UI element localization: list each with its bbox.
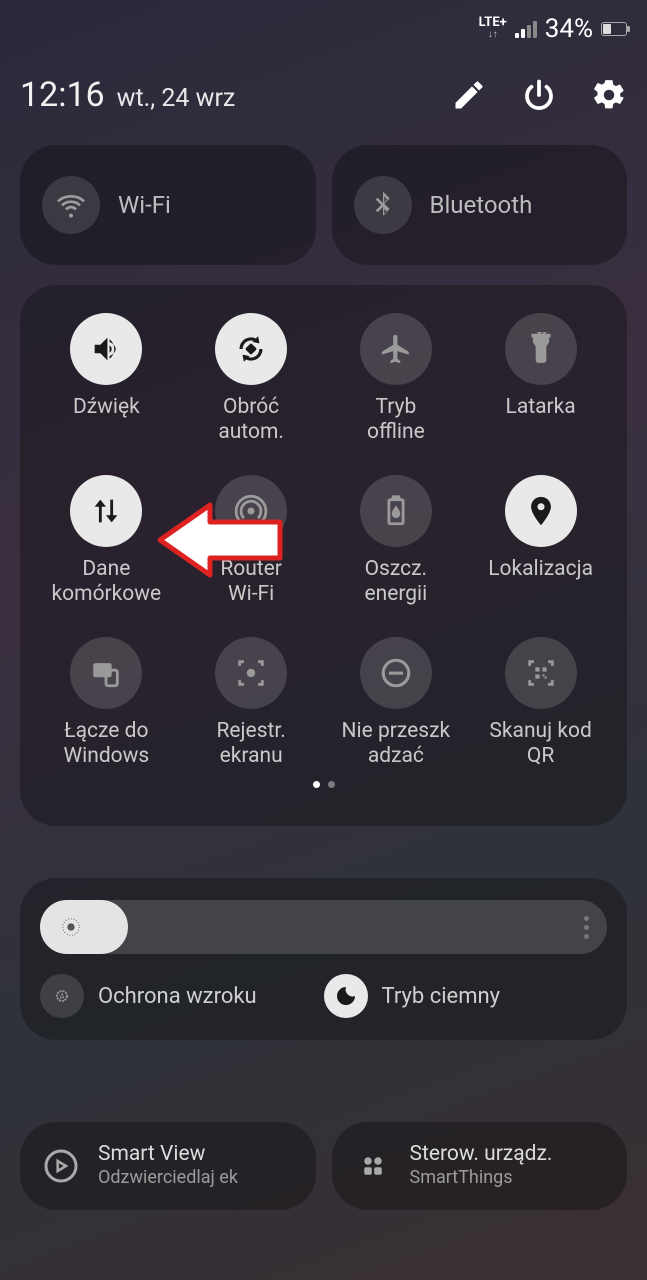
location-icon — [505, 475, 577, 547]
tile-airplane[interactable]: Tryb offline — [324, 313, 469, 445]
tile-rotate[interactable]: Obróć autom. — [179, 313, 324, 445]
smart-view-tile[interactable]: Smart View Odzwierciedlaj ek — [20, 1122, 316, 1210]
tile-label: Tryb offline — [367, 395, 425, 445]
tile-label: Router Wi-Fi — [220, 557, 282, 607]
tile-screenrecord[interactable]: Rejestr. ekranu — [179, 637, 324, 769]
tile-label: Dźwięk — [73, 395, 140, 445]
edit-button[interactable] — [451, 77, 487, 113]
screenrecord-icon — [215, 637, 287, 709]
moon-icon — [324, 974, 368, 1018]
tile-dnd[interactable]: Nie przeszk adzać — [324, 637, 469, 769]
flashlight-icon — [505, 313, 577, 385]
gear-icon — [591, 77, 627, 113]
powersave-icon — [360, 475, 432, 547]
wifi-tile[interactable]: Wi-Fi — [20, 145, 316, 265]
dark-mode-toggle[interactable]: Tryb ciemny — [324, 974, 608, 1018]
smart-view-icon — [38, 1143, 84, 1189]
brightness-slider[interactable] — [40, 900, 607, 954]
device-control-tile[interactable]: Sterow. urządz. SmartThings — [332, 1122, 628, 1210]
wifi-label: Wi-Fi — [118, 191, 171, 219]
qrscan-icon — [505, 637, 577, 709]
eye-comfort-toggle[interactable]: A Ochrona wzroku — [40, 974, 324, 1018]
airplane-icon — [360, 313, 432, 385]
bottom-row: Smart View Odzwierciedlaj ek Sterow. urz… — [20, 1122, 627, 1210]
tile-label: Skanuj kod QR — [489, 719, 591, 769]
tile-label: Obróć autom. — [218, 395, 284, 445]
bluetooth-label: Bluetooth — [430, 191, 533, 219]
more-icon[interactable] — [584, 916, 589, 939]
network-indicator: LTE+ ↓↑ — [479, 17, 507, 41]
tile-label: Dane komórkowe — [52, 557, 162, 607]
tile-label: Oszcz. energii — [364, 557, 427, 607]
battery-icon — [601, 22, 627, 36]
connectivity-row: Wi-Fi Bluetooth — [20, 145, 627, 265]
linkwindows-icon — [70, 637, 142, 709]
quick-tiles-panel: Dźwięk Obróć autom. Tryb offline Latarka Dan… — [20, 285, 627, 826]
eye-comfort-icon: A — [40, 974, 84, 1018]
power-button[interactable] — [521, 77, 557, 113]
tile-hotspot[interactable]: Router Wi-Fi — [179, 475, 324, 607]
display-panel: A Ochrona wzroku Tryb ciemny — [20, 878, 627, 1040]
wifi-icon — [42, 176, 100, 234]
tile-location[interactable]: Lokalizacja — [468, 475, 613, 607]
dnd-icon — [360, 637, 432, 709]
pencil-icon — [451, 77, 487, 113]
tile-flashlight[interactable]: Latarka — [468, 313, 613, 445]
tile-label: Nie przeszk adzać — [342, 719, 451, 769]
sound-icon — [70, 313, 142, 385]
tile-qrscan[interactable]: Skanuj kod QR — [468, 637, 613, 769]
tile-label: Rejestr. ekranu — [216, 719, 285, 769]
arrows-icon: ↓↑ — [488, 29, 498, 41]
sun-icon — [60, 916, 82, 938]
signal-icon — [515, 20, 537, 38]
svg-text:A: A — [59, 992, 65, 1001]
tile-label: Latarka — [506, 395, 576, 445]
settings-button[interactable] — [591, 77, 627, 113]
grid-icon — [350, 1143, 396, 1189]
clock-time: 12:16 — [20, 75, 105, 115]
page-indicator — [34, 781, 613, 788]
power-icon — [521, 77, 557, 113]
quick-settings-header: 12:16 wt., 24 wrz — [20, 75, 627, 115]
tile-label: Lokalizacja — [488, 557, 593, 607]
eye-comfort-label: Ochrona wzroku — [98, 984, 257, 1009]
tile-label: Łącze do Windows — [63, 719, 149, 769]
battery-text: 34% — [545, 14, 593, 44]
mobiledata-icon — [70, 475, 142, 547]
status-bar: LTE+ ↓↑ 34% — [479, 14, 629, 44]
hotspot-icon — [215, 475, 287, 547]
network-type-label: LTE+ — [479, 17, 507, 29]
device-control-subtitle: SmartThings — [410, 1166, 553, 1190]
bluetooth-icon — [354, 176, 412, 234]
tile-linkwindows[interactable]: Łącze do Windows — [34, 637, 179, 769]
device-control-title: Sterow. urządz. — [410, 1142, 553, 1166]
smart-view-title: Smart View — [98, 1142, 238, 1166]
bluetooth-tile[interactable]: Bluetooth — [332, 145, 628, 265]
dark-mode-label: Tryb ciemny — [382, 984, 501, 1009]
tile-mobiledata[interactable]: Dane komórkowe — [34, 475, 179, 607]
smart-view-subtitle: Odzwierciedlaj ek — [98, 1166, 238, 1190]
rotate-icon — [215, 313, 287, 385]
clock-date: wt., 24 wrz — [117, 84, 236, 113]
tile-powersave[interactable]: Oszcz. energii — [324, 475, 469, 607]
tile-sound[interactable]: Dźwięk — [34, 313, 179, 445]
